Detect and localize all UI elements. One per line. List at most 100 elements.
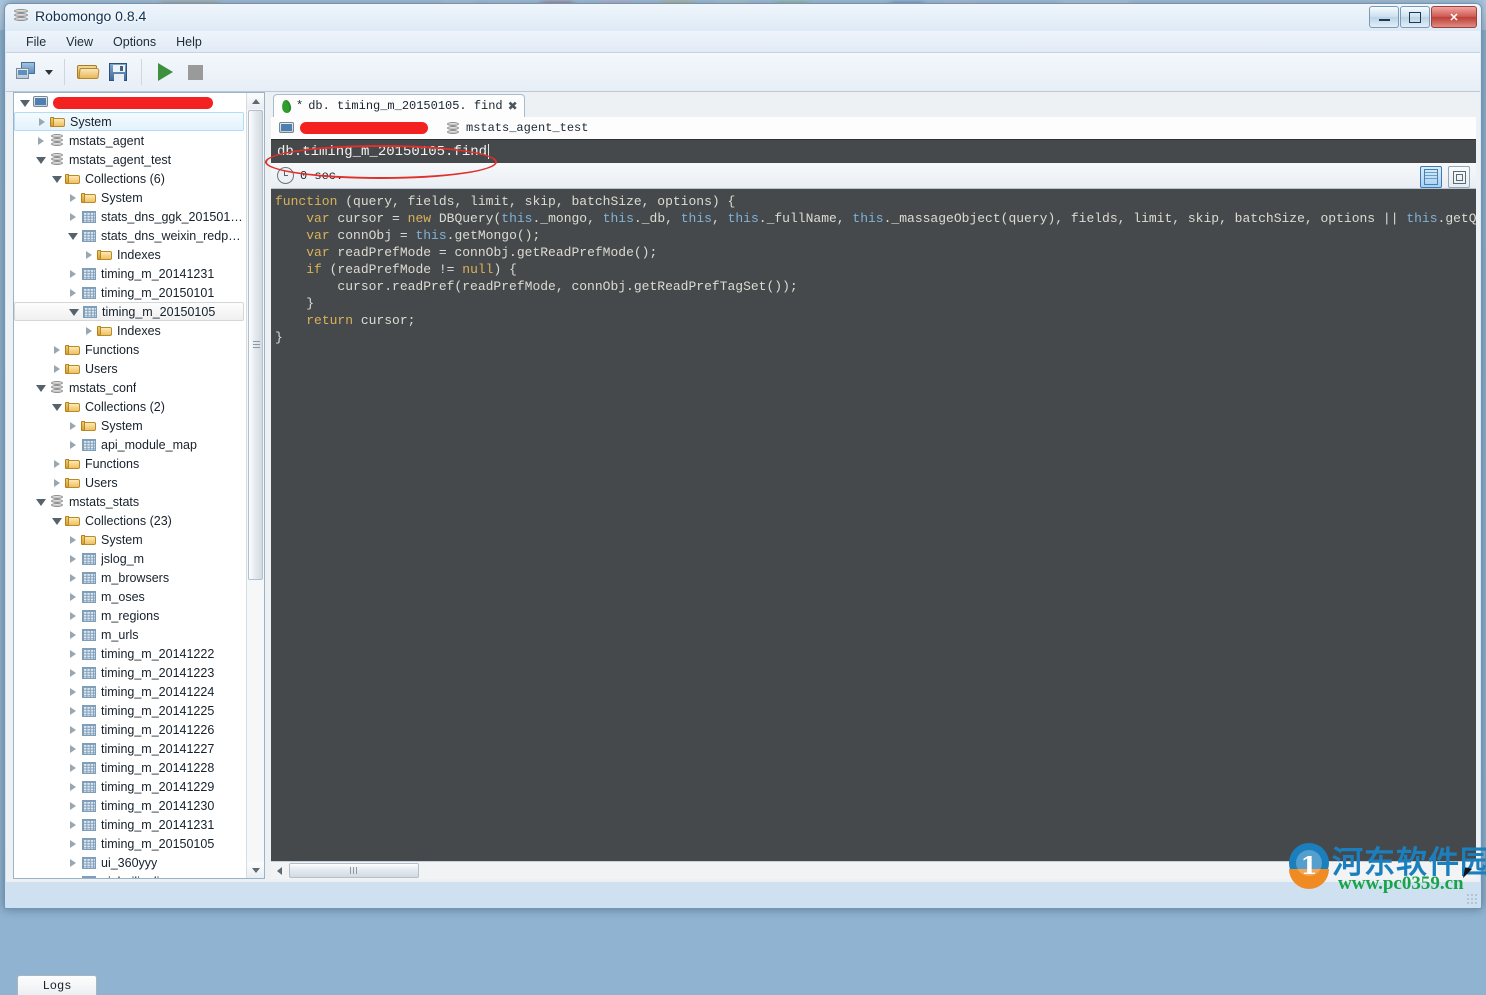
tree-item-functions[interactable]: Functions [14,454,244,473]
expand-arrow-icon[interactable] [82,326,96,335]
expand-arrow-icon[interactable] [66,630,80,639]
tree-item-timing-m-20141229[interactable]: timing_m_20141229 [14,777,244,796]
tree-scrollbar-thumb[interactable] [248,110,263,580]
tree-item-connection-root[interactable] [14,93,244,112]
tree-item-api-module-map[interactable]: api_module_map [14,435,244,454]
menu-item-view[interactable]: View [56,32,103,52]
minimize-button[interactable] [1369,6,1399,28]
result-scrollbar-thumb[interactable] [289,863,419,878]
collapse-arrow-icon[interactable] [34,383,48,392]
expand-arrow-icon[interactable] [66,858,80,867]
tree-item-system[interactable]: System [14,112,244,131]
expand-arrow-icon[interactable] [34,136,48,145]
tree-item-collections-6[interactable]: Collections (6) [14,169,244,188]
expand-arrow-icon[interactable] [66,421,80,430]
tree-item-timing-m-20141224[interactable]: timing_m_20141224 [14,682,244,701]
collapse-arrow-icon[interactable] [50,174,64,183]
expand-arrow-icon[interactable] [66,801,80,810]
tree-item-timing-m-20141230[interactable]: timing_m_20141230 [14,796,244,815]
tree-item-timing-m-20150105[interactable]: timing_m_20150105 [14,834,244,853]
expand-arrow-icon[interactable] [66,440,80,449]
tree-item-functions[interactable]: Functions [14,340,244,359]
close-button[interactable]: ✕ [1431,6,1477,28]
collapse-arrow-icon[interactable] [18,98,32,107]
tree-item-timing-m-20141228[interactable]: timing_m_20141228 [14,758,244,777]
tree-item-mstats-conf[interactable]: mstats_conf [14,378,244,397]
explorer-tree[interactable]: System mstats_agent mstats_agent_test Colle… [14,93,248,878]
collapse-arrow-icon[interactable] [66,231,80,240]
expand-arrow-icon[interactable] [66,820,80,829]
maximize-button[interactable] [1400,6,1430,28]
expand-arrow-icon[interactable] [66,744,80,753]
expand-arrow-icon[interactable] [66,763,80,772]
logs-tab[interactable]: Logs [17,975,97,995]
tree-item-mstats-stats[interactable]: mstats_stats [14,492,244,511]
tree-scroll-up-button[interactable] [247,93,264,109]
expand-arrow-icon[interactable] [66,725,80,734]
tree-item-users[interactable]: Users [14,473,244,492]
tree-item-collections-23[interactable]: Collections (23) [14,511,244,530]
tree-item-mstats-agent[interactable]: mstats_agent [14,131,244,150]
execute-button[interactable] [150,57,180,87]
open-script-button[interactable] [73,57,103,87]
tree-item-m-urls[interactable]: m_urls [14,625,244,644]
expand-arrow-icon[interactable] [66,649,80,658]
expand-arrow-icon[interactable] [66,782,80,791]
connect-button[interactable] [12,57,42,87]
tree-item-timing-m-20141225[interactable]: timing_m_20141225 [14,701,244,720]
expand-arrow-icon[interactable] [50,459,64,468]
tree-item-ui-360yyy[interactable]: ui_360yyy [14,853,244,872]
expand-arrow-icon[interactable] [66,668,80,677]
expand-arrow-icon[interactable] [50,478,64,487]
tree-item-timing-m-20141227[interactable]: timing_m_20141227 [14,739,244,758]
tree-item-timing-m-20141231[interactable]: timing_m_20141231 [14,815,244,834]
expand-arrow-icon[interactable] [35,117,49,126]
collapse-arrow-icon[interactable] [34,497,48,506]
tree-item-timing-m-20141226[interactable]: timing_m_20141226 [14,720,244,739]
expand-arrow-icon[interactable] [50,364,64,373]
expand-arrow-icon[interactable] [66,706,80,715]
collapse-arrow-icon[interactable] [34,155,48,164]
tree-item-system[interactable]: System [14,530,244,549]
tree-item-timing-m-20150101[interactable]: timing_m_20150101 [14,283,244,302]
tree-view-button[interactable] [1448,166,1470,188]
tree-item-timing-m-20150105[interactable]: timing_m_20150105 [14,302,244,321]
tree-item-timing-m-20141223[interactable]: timing_m_20141223 [14,663,244,682]
expand-arrow-icon[interactable] [66,212,80,221]
tree-item-indexes[interactable]: Indexes [14,321,244,340]
expand-arrow-icon[interactable] [66,877,80,878]
tree-item-collections-2[interactable]: Collections (2) [14,397,244,416]
tree-item-indexes[interactable]: Indexes [14,245,244,264]
tree-item-users[interactable]: Users [14,359,244,378]
expand-arrow-icon[interactable] [50,345,64,354]
stop-button[interactable] [180,57,210,87]
menu-item-file[interactable]: File [16,32,56,52]
expand-arrow-icon[interactable] [66,193,80,202]
tree-item-timing-m-20141231[interactable]: timing_m_20141231 [14,264,244,283]
expand-arrow-icon[interactable] [66,269,80,278]
expand-arrow-icon[interactable] [66,687,80,696]
tree-item-stats-dns-ggk-20150101[interactable]: stats_dns_ggk_20150101 [14,207,244,226]
tree-item-jslog-m[interactable]: jslog_m [14,549,244,568]
tree-item-system[interactable]: System [14,416,244,435]
menu-item-options[interactable]: Options [103,32,166,52]
tree-item-stats-dns-weixin-redpac[interactable]: stats_dns_weixin_redpac... [14,226,244,245]
save-script-button[interactable] [103,57,133,87]
collapse-arrow-icon[interactable] [50,402,64,411]
tree-item-system[interactable]: System [14,188,244,207]
tree-item-m-regions[interactable]: m_regions [14,606,244,625]
text-view-button[interactable] [1420,166,1442,188]
expand-arrow-icon[interactable] [66,839,80,848]
expand-arrow-icon[interactable] [66,573,80,582]
expand-arrow-icon[interactable] [66,535,80,544]
tree-vertical-scrollbar[interactable] [246,93,264,878]
tab-close-icon[interactable]: ✖ [508,99,518,114]
expand-arrow-icon[interactable] [66,288,80,297]
expand-arrow-icon[interactable] [66,554,80,563]
expand-arrow-icon[interactable] [66,611,80,620]
tab-query-db-timing-m-20150105-find[interactable]: * db. timing_m_20150105. find ✖ [273,94,525,118]
tree-item-timing-m-20141222[interactable]: timing_m_20141222 [14,644,244,663]
tree-item-m-browsers[interactable]: m_browsers [14,568,244,587]
result-scroll-left-button[interactable] [271,863,287,879]
collapse-arrow-icon[interactable] [67,307,81,316]
